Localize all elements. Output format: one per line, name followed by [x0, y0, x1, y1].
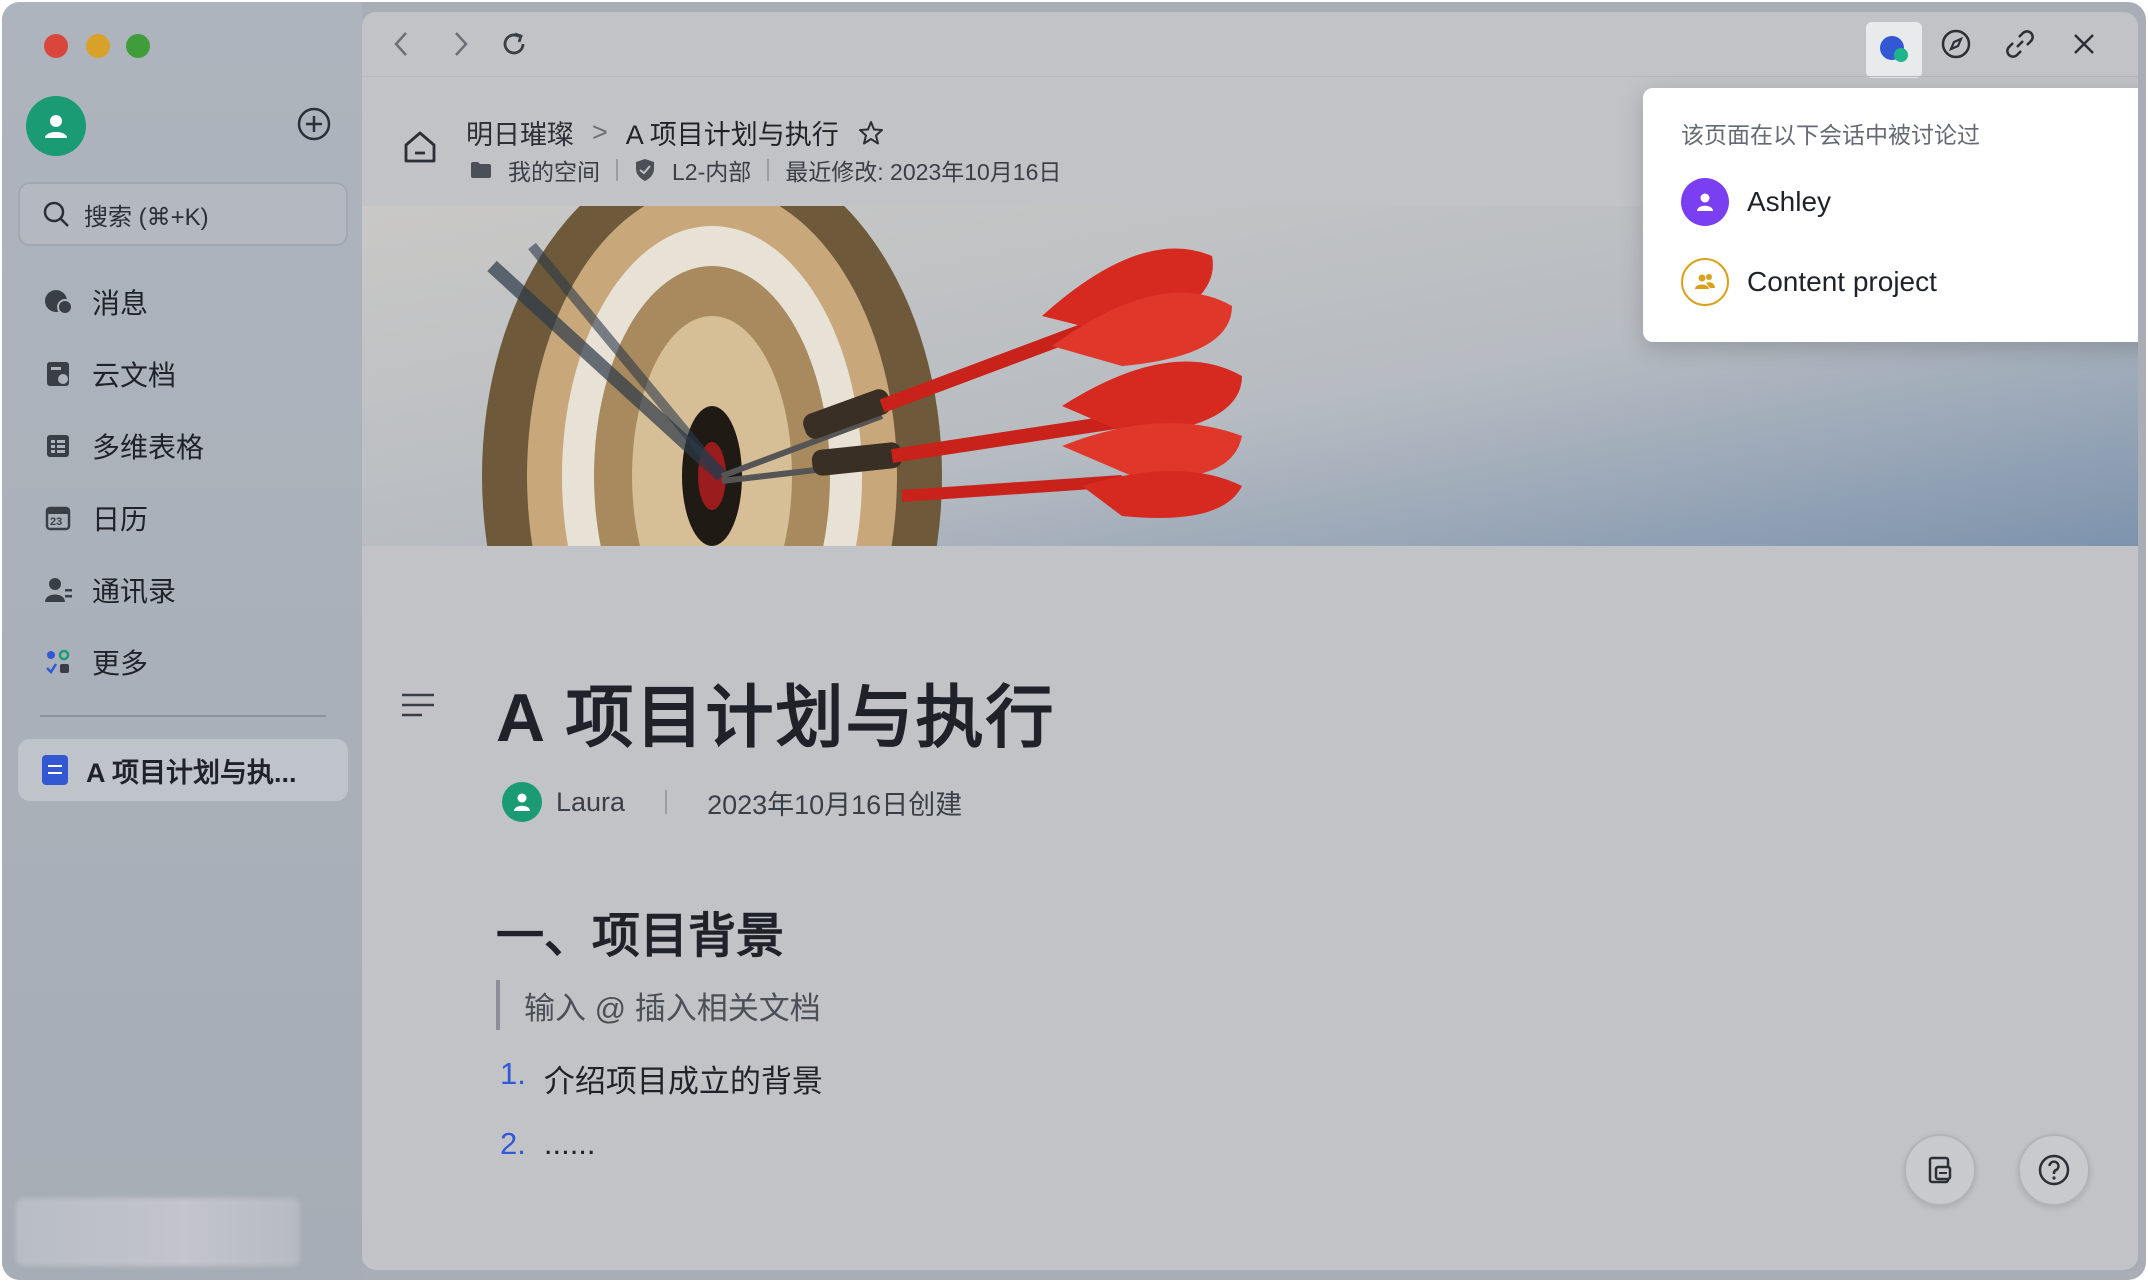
- table-grid-icon: [42, 430, 74, 462]
- sidebar-item-calendar[interactable]: 23 日历: [18, 482, 348, 554]
- popup-heading: 该页面在以下会话中被讨论过: [1681, 122, 1980, 148]
- breadcrumb-separator: >: [592, 117, 608, 147]
- sidebar-item-base[interactable]: 多维表格: [18, 410, 348, 482]
- forward-button[interactable]: [440, 24, 480, 64]
- sidebar-item-messages[interactable]: 消息: [18, 266, 348, 338]
- author-separator: [665, 790, 668, 814]
- section-heading[interactable]: 一、项目背景: [496, 896, 784, 966]
- explore-button[interactable]: [1936, 24, 1976, 64]
- ashley-avatar: [1681, 178, 1729, 226]
- calendar-icon: 23: [42, 502, 74, 534]
- person-icon: [514, 793, 530, 811]
- cloud-doc-icon: [42, 358, 74, 390]
- comments-button[interactable]: [1904, 1134, 1976, 1206]
- calendar-day: 23: [50, 516, 63, 528]
- author-name[interactable]: Laura: [556, 787, 625, 818]
- quote-hint: 输入 @ 插入相关文档: [524, 990, 821, 1026]
- help-icon: [2038, 1154, 2070, 1186]
- add-circle-icon[interactable]: [296, 106, 332, 142]
- sidebar-nav: 消息 云文档 多维表格 23 日历 通讯录 更多: [18, 266, 348, 698]
- document-icon: [42, 755, 68, 785]
- close-icon: [2074, 34, 2094, 54]
- list-text: 介绍项目成立的背景: [543, 1064, 823, 1099]
- sidebar-item-label: 通讯录: [92, 576, 177, 607]
- minimize-window-button[interactable]: [86, 34, 110, 58]
- recent-doc-label: A 项目计划与执...: [86, 757, 297, 788]
- back-button[interactable]: [382, 24, 422, 64]
- contacts-icon: [42, 574, 74, 606]
- sidebar-item-label: 多维表格: [92, 432, 205, 463]
- meta-separator: [767, 159, 770, 181]
- list-text: ......: [543, 1126, 596, 1161]
- quote-placeholder[interactable]: 输入 @ 插入相关文档: [496, 980, 821, 1030]
- home-icon[interactable]: [400, 127, 440, 167]
- link-icon: [2006, 30, 2034, 58]
- browser-toolbar: [362, 12, 2138, 78]
- sidebar: 搜索 (⌘+K) 消息 云文档 多维表格 23 日历 通讯录 更多 A 项目计划…: [2, 2, 362, 1280]
- created-date: 2023年10月16日创建: [707, 789, 963, 820]
- outline-toggle-icon[interactable]: [400, 690, 436, 720]
- chat-item-content-project[interactable]: Content project: [1681, 256, 1937, 308]
- recent-doc-item[interactable]: A 项目计划与执...: [18, 739, 348, 801]
- blurred-profile-area: [16, 1198, 300, 1266]
- app-window: 搜索 (⌘+K) 消息 云文档 多维表格 23 日历 通讯录 更多 A 项目计划…: [2, 2, 2146, 1280]
- close-tab-button[interactable]: [2064, 24, 2104, 64]
- last-modified: 最近修改: 2023年10月16日: [785, 159, 1062, 185]
- person-icon: [45, 115, 67, 138]
- compass-icon: [1941, 29, 1971, 59]
- comment-doc-icon: [1928, 1156, 1952, 1184]
- copy-link-button[interactable]: [2000, 24, 2040, 64]
- search-icon: [43, 201, 69, 227]
- breadcrumb-workspace[interactable]: 明日璀璨: [466, 113, 574, 152]
- sidebar-divider: [40, 715, 326, 717]
- chat-bubble-icon: [42, 286, 74, 318]
- list-item[interactable]: 1. 介绍项目成立的背景: [500, 1056, 823, 1101]
- apps-grid-icon: [42, 646, 74, 678]
- chat-item-ashley[interactable]: Ashley: [1681, 176, 1831, 228]
- list-number: 1.: [500, 1056, 526, 1091]
- chat-item-label: Ashley: [1747, 186, 1832, 217]
- user-avatar[interactable]: [26, 96, 86, 156]
- chat-bubble-icon: [1880, 36, 1908, 62]
- shield-icon: [636, 159, 654, 181]
- doc-location[interactable]: 我的空间: [508, 153, 600, 187]
- search-placeholder: 搜索 (⌘+K): [84, 203, 209, 231]
- related-chats-button[interactable]: [1866, 22, 1922, 78]
- document-panel: 明日璀璨 > A 项目计划与执行 我的空间 L2-内部 最近修改: 2023年1…: [362, 12, 2138, 1270]
- refresh-icon: [503, 32, 525, 55]
- author-row: Laura 2023年10月16日创建: [502, 782, 962, 822]
- sidebar-item-more[interactable]: 更多: [18, 626, 348, 698]
- security-label[interactable]: L2-内部: [672, 153, 751, 187]
- document-body: A 项目计划与执行 Laura 2023年10月16日创建 一、项目背景 输入 …: [362, 546, 2138, 1270]
- author-avatar[interactable]: [502, 782, 542, 822]
- related-chats-popup: 该页面在以下会话中被讨论过 Ashley Content project: [1643, 88, 2138, 342]
- sidebar-item-label: 日历: [92, 504, 149, 535]
- close-window-button[interactable]: [44, 34, 68, 58]
- person-icon: [1697, 193, 1713, 211]
- breadcrumb: 明日璀璨 > A 项目计划与执行: [466, 113, 885, 152]
- breadcrumb-doc-title: A 项目计划与执行: [625, 120, 839, 150]
- chevron-left-icon: [394, 32, 407, 56]
- folder-icon: [471, 162, 491, 178]
- sidebar-item-label: 消息: [92, 288, 149, 319]
- star-icon[interactable]: [857, 119, 885, 147]
- doc-meta: 我的空间 L2-内部 最近修改: 2023年10月16日: [470, 153, 1061, 187]
- chevron-right-icon: [455, 32, 468, 56]
- sidebar-item-label: 云文档: [92, 360, 177, 391]
- sidebar-item-contacts[interactable]: 通讯录: [18, 554, 348, 626]
- refresh-button[interactable]: [494, 24, 534, 64]
- chat-item-label: Content project: [1747, 266, 1937, 297]
- sidebar-item-label: 更多: [92, 648, 149, 679]
- search-input[interactable]: 搜索 (⌘+K): [18, 182, 348, 246]
- group-icon: [1695, 274, 1715, 289]
- sidebar-item-docs[interactable]: 云文档: [18, 338, 348, 410]
- maximize-window-button[interactable]: [126, 34, 150, 58]
- list-item[interactable]: 2. ......: [500, 1126, 596, 1162]
- document-title[interactable]: A 项目计划与执行: [496, 662, 1055, 761]
- group-avatar: [1681, 258, 1729, 306]
- list-number: 2.: [500, 1126, 526, 1161]
- meta-separator: [616, 159, 618, 181]
- help-button[interactable]: [2018, 1134, 2090, 1206]
